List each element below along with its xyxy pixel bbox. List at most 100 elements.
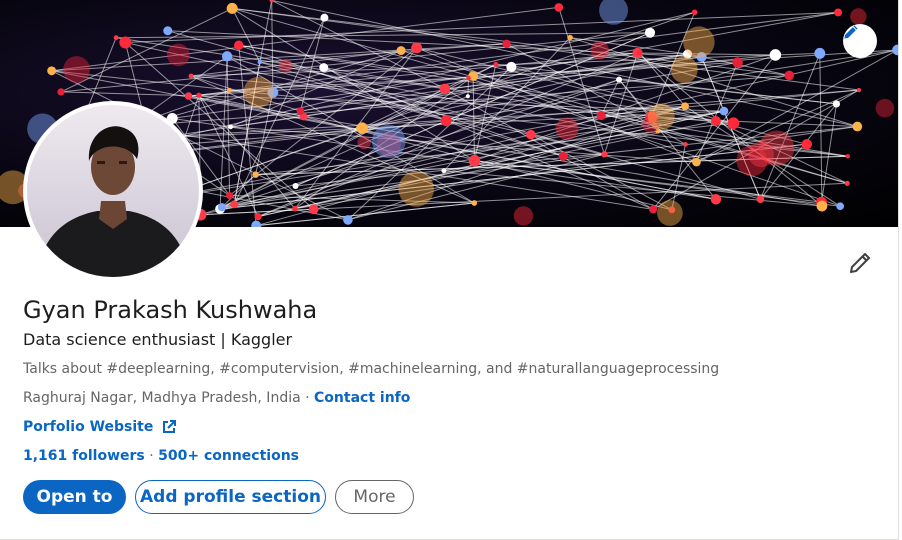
network-node — [836, 202, 845, 211]
bokeh-light — [555, 117, 579, 141]
network-node — [845, 154, 850, 159]
network-node — [466, 75, 471, 81]
bokeh-light — [166, 43, 190, 67]
network-node — [196, 92, 202, 98]
network-node — [234, 40, 244, 51]
network-line — [60, 7, 233, 93]
network-node — [292, 205, 298, 212]
bokeh-light — [63, 56, 90, 83]
network-node — [649, 205, 658, 214]
network-node — [252, 171, 259, 178]
network-node — [113, 35, 119, 41]
network-node — [644, 27, 656, 38]
network-node — [834, 8, 843, 17]
external-link-icon — [163, 420, 177, 433]
network-node — [601, 151, 608, 158]
network-node — [269, 0, 274, 3]
bokeh-light — [657, 200, 683, 226]
network-node — [411, 42, 423, 54]
network-node — [254, 213, 262, 221]
network-node — [439, 83, 451, 95]
network-node — [441, 168, 447, 174]
connections-link[interactable]: 500+ connections — [158, 448, 299, 464]
network-node — [188, 73, 194, 79]
network-node — [892, 44, 898, 56]
talks-about: Talks about #deeplearning, #computervisi… — [23, 361, 720, 377]
network-node — [756, 195, 765, 204]
network-node — [856, 87, 862, 93]
network-node — [343, 215, 353, 225]
network-node — [596, 110, 606, 121]
network-node — [710, 194, 722, 205]
profile-avatar[interactable] — [23, 101, 203, 281]
network-node — [558, 151, 568, 161]
network-line — [819, 53, 823, 207]
network-node — [471, 200, 478, 206]
edit-banner-button[interactable] — [843, 24, 877, 58]
network-node — [320, 13, 329, 22]
network-node — [711, 116, 721, 126]
pencil-icon — [850, 253, 870, 273]
network-node — [119, 36, 132, 49]
bokeh-light — [647, 103, 675, 131]
profile-photo — [27, 105, 199, 277]
location-row: Raghuraj Nagar, Madhya Pradesh, India · … — [23, 390, 410, 406]
network-node — [567, 34, 573, 41]
network-node — [440, 115, 452, 127]
network-line — [618, 79, 652, 118]
bokeh-light — [850, 8, 867, 25]
network-node — [47, 66, 57, 76]
network-node — [251, 220, 262, 227]
network-node — [526, 129, 536, 140]
bokeh-light — [371, 124, 406, 159]
network-node — [217, 203, 227, 212]
location-separator: · — [300, 390, 315, 406]
network-node — [163, 26, 173, 36]
more-button[interactable]: More — [335, 480, 414, 514]
network-line — [416, 47, 697, 163]
bokeh-light — [736, 145, 768, 177]
contact-info-link[interactable]: Contact info — [314, 390, 410, 406]
network-node — [228, 124, 234, 130]
network-node — [719, 106, 729, 116]
network-node — [636, 49, 643, 56]
network-node — [227, 88, 232, 93]
open-to-button[interactable]: Open to — [23, 480, 126, 514]
network-stats: 1,161 followers · 500+ connections — [23, 448, 299, 464]
network-node — [681, 102, 689, 111]
network-node — [727, 117, 740, 130]
bokeh-light — [243, 76, 275, 108]
profile-headline: Data science enthusiast | Kaggler — [23, 330, 293, 349]
network-node — [465, 94, 470, 99]
followers-link[interactable]: 1,161 followers — [23, 448, 145, 464]
network-node — [230, 200, 239, 209]
network-node — [184, 92, 193, 100]
stats-separator: · — [144, 448, 159, 464]
network-node — [396, 46, 406, 56]
edit-intro-button[interactable] — [846, 249, 874, 277]
portfolio-website-link[interactable]: Porfolio Website — [23, 419, 177, 435]
add-profile-section-button[interactable]: Add profile section — [135, 480, 326, 514]
network-node — [292, 182, 299, 189]
network-node — [506, 61, 517, 73]
network-node — [769, 49, 782, 61]
network-node — [226, 191, 234, 200]
network-node — [616, 76, 623, 83]
network-node — [801, 138, 813, 150]
network-node — [692, 157, 701, 167]
bokeh-light — [670, 56, 698, 84]
bokeh-light — [398, 171, 434, 207]
network-node — [468, 154, 481, 167]
network-node — [502, 39, 511, 48]
network-node — [814, 47, 826, 59]
network-node — [683, 142, 688, 147]
bokeh-light — [278, 58, 293, 73]
network-line — [259, 0, 273, 63]
profile-location: Raghuraj Nagar, Madhya Pradesh, India — [23, 390, 301, 406]
network-node — [691, 9, 698, 16]
network-node — [319, 63, 329, 73]
network-node — [257, 59, 263, 65]
bokeh-light — [590, 41, 610, 60]
profile-card: Gyan Prakash Kushwaha Data science enthu… — [0, 0, 899, 540]
network-node — [784, 70, 795, 81]
